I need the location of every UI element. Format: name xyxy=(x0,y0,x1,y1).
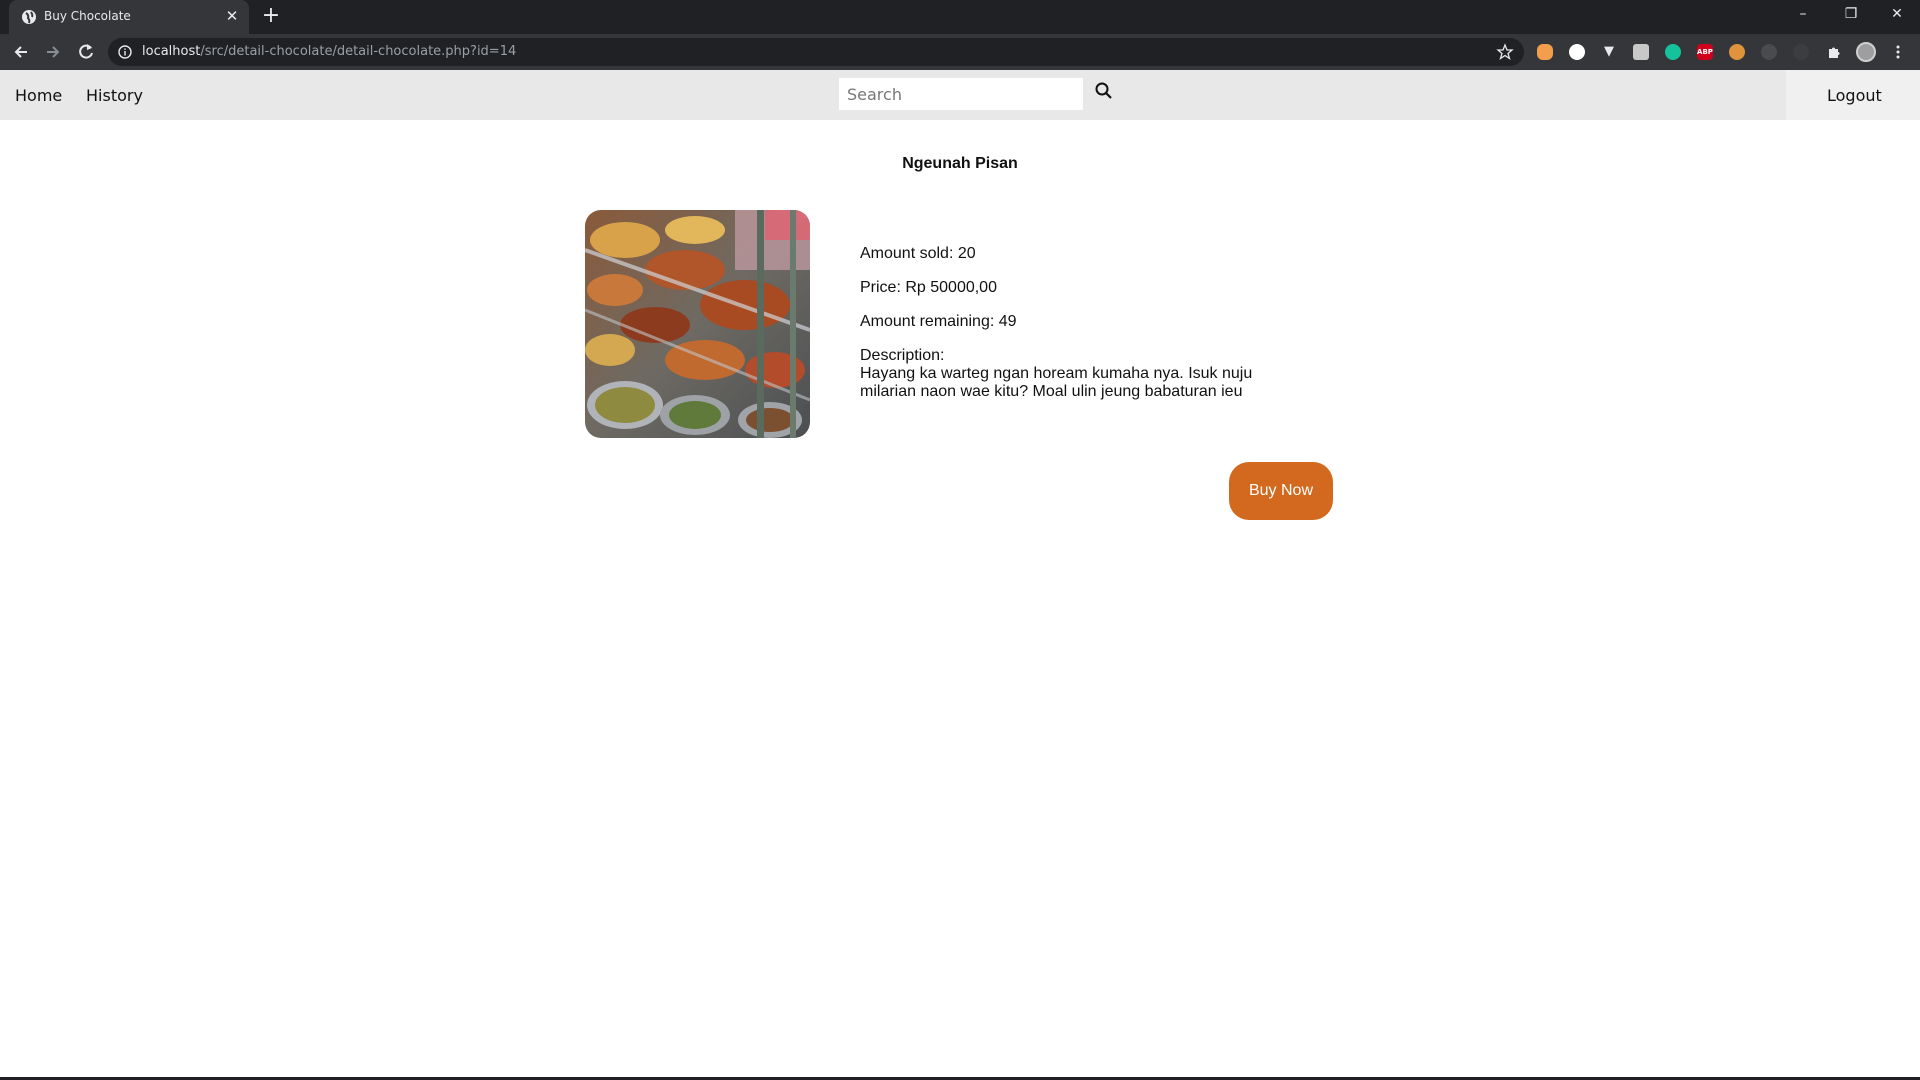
extension-dim-icon[interactable] xyxy=(1761,44,1777,60)
tab-title: Buy Chocolate xyxy=(44,9,131,23)
url-path: /src/detail-chocolate/detail-chocolate.p… xyxy=(200,44,517,59)
profile-avatar[interactable] xyxy=(1856,42,1876,62)
bookmark-star-icon[interactable] xyxy=(1496,43,1514,61)
reload-icon[interactable] xyxy=(76,42,96,62)
back-arrow-icon[interactable] xyxy=(11,42,31,62)
buy-now-button[interactable]: Buy Now xyxy=(1229,462,1333,520)
product-photo xyxy=(585,210,810,438)
extension-honey-icon[interactable] xyxy=(1537,44,1553,60)
search-input[interactable] xyxy=(839,78,1083,110)
more-menu-icon[interactable] xyxy=(1890,44,1906,60)
logout-link[interactable]: Logout xyxy=(1827,86,1882,105)
price: Price: Rp 50000,00 xyxy=(860,279,997,296)
site-navbar: Home History Logout xyxy=(0,70,1920,120)
forward-arrow-icon[interactable] xyxy=(43,42,63,62)
nav-history-link[interactable]: History xyxy=(86,86,143,105)
browser-toolbar: localhost/src/detail-chocolate/detail-ch… xyxy=(0,34,1920,70)
info-icon[interactable] xyxy=(118,45,132,59)
search-button[interactable] xyxy=(1093,81,1115,103)
address-bar[interactable]: localhost/src/detail-chocolate/detail-ch… xyxy=(108,38,1524,66)
extension-chat-icon[interactable] xyxy=(1633,44,1649,60)
product-image xyxy=(585,210,810,438)
url-text[interactable]: localhost/src/detail-chocolate/detail-ch… xyxy=(142,44,516,59)
product-title: Ngeunah Pisan xyxy=(902,155,1018,172)
new-tab-icon[interactable]: + xyxy=(260,5,282,28)
globe-icon xyxy=(22,10,36,24)
extensions-puzzle-icon[interactable] xyxy=(1826,44,1842,60)
amount-sold: Amount sold: 20 xyxy=(860,245,976,262)
url-host: localhost xyxy=(142,44,201,59)
close-tab-icon[interactable]: ✕ xyxy=(223,8,241,26)
description-label: Description: xyxy=(860,347,945,364)
extension-circle-icon[interactable] xyxy=(1569,44,1585,60)
search-icon xyxy=(1095,82,1112,99)
adblock-plus-icon[interactable]: ABP xyxy=(1697,44,1713,60)
extension-vee-icon[interactable]: ▼ xyxy=(1601,44,1617,60)
extension-dim-icon-2[interactable] xyxy=(1793,44,1809,60)
minimize-icon[interactable]: – xyxy=(1780,0,1826,30)
browser-tabstrip: Buy Chocolate ✕ + – ❐ ✕ xyxy=(0,0,1920,34)
description-text: Hayang ka warteg ngan hoream kumaha nya.… xyxy=(860,365,1253,400)
extension-badge-icon[interactable] xyxy=(1729,44,1745,60)
amount-remaining: Amount remaining: 49 xyxy=(860,313,1017,330)
logout-area: Logout xyxy=(1786,70,1920,120)
browser-tab[interactable]: Buy Chocolate ✕ xyxy=(9,0,249,34)
nav-home-link[interactable]: Home xyxy=(15,86,62,105)
close-window-icon[interactable]: ✕ xyxy=(1874,0,1920,30)
grammarly-icon[interactable] xyxy=(1665,44,1681,60)
restore-icon[interactable]: ❐ xyxy=(1828,0,1874,30)
